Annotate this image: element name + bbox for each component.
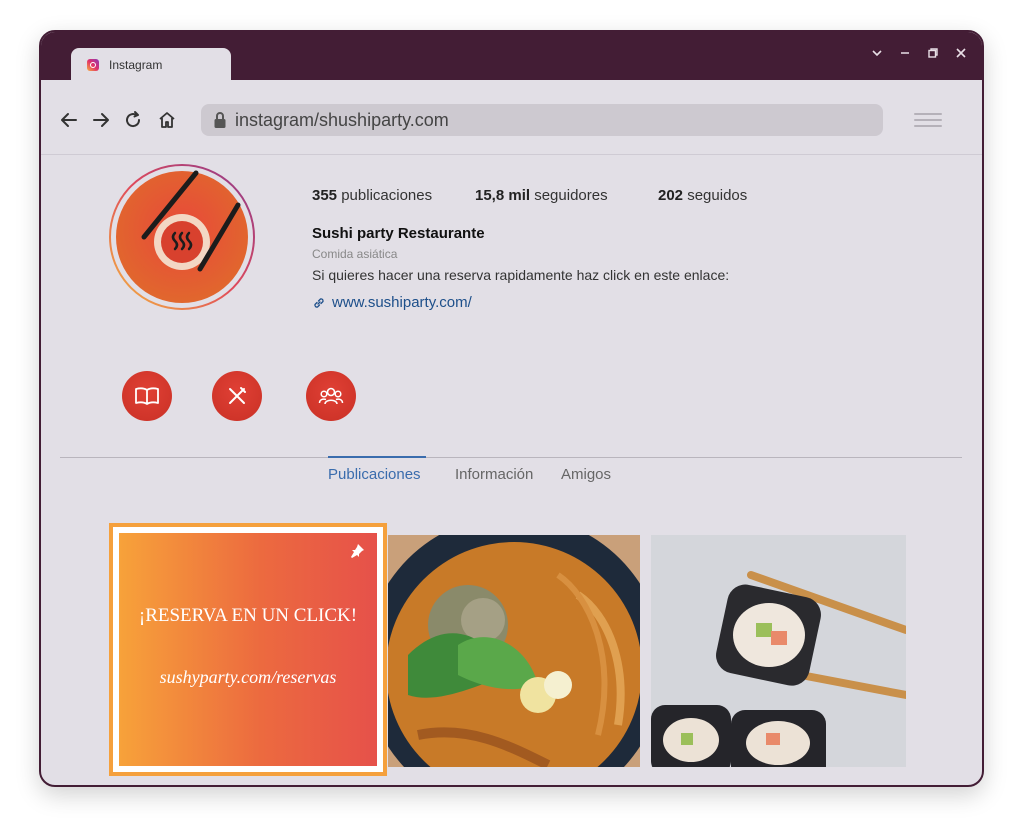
arrow-right-icon bbox=[93, 113, 109, 127]
reload-button[interactable] bbox=[123, 110, 143, 130]
url-field[interactable]: instagram/shushiparty.com bbox=[201, 104, 883, 136]
tab-informacion[interactable]: Información bbox=[455, 466, 533, 483]
post-pinned[interactable]: ¡RESERVA EN UN CLICK! sushyparty.com/res… bbox=[109, 523, 387, 776]
chevron-down-icon[interactable] bbox=[870, 44, 884, 64]
window-controls bbox=[870, 44, 968, 64]
promo-title: ¡RESERVA EN UN CLICK! bbox=[138, 605, 358, 626]
profile-link-text: www.sushiparty.com/ bbox=[332, 294, 472, 311]
browser-window: Instagram instagram/shushiparty.com 355 … bbox=[39, 30, 984, 787]
post-sushi[interactable] bbox=[651, 535, 906, 767]
ramen-photo bbox=[388, 535, 640, 767]
reload-icon bbox=[126, 111, 141, 128]
utensils-icon bbox=[229, 387, 246, 404]
address-bar: instagram/shushiparty.com bbox=[41, 80, 982, 155]
tab-title: Instagram bbox=[109, 58, 163, 72]
stat-followers[interactable]: 15,8 mil seguidores bbox=[475, 187, 608, 204]
sushi-photo bbox=[651, 535, 906, 767]
home-button[interactable] bbox=[157, 110, 177, 130]
stat-posts[interactable]: 355 publicaciones bbox=[312, 187, 432, 204]
home-icon bbox=[159, 112, 175, 128]
instagram-icon bbox=[87, 59, 99, 71]
arrow-left-icon bbox=[61, 113, 77, 127]
group-icon bbox=[318, 387, 344, 405]
link-icon bbox=[314, 297, 324, 308]
profile-name: Sushi party Restaurante bbox=[312, 225, 485, 242]
lock-icon bbox=[214, 112, 226, 128]
url-text: instagram/shushiparty.com bbox=[235, 109, 449, 130]
profile-link[interactable]: www.sushiparty.com/ bbox=[312, 294, 472, 311]
pinned-post-image: ¡RESERVA EN UN CLICK! sushyparty.com/res… bbox=[119, 533, 377, 766]
pin-icon bbox=[351, 544, 364, 558]
restore-icon[interactable] bbox=[926, 44, 940, 64]
active-tab-indicator bbox=[328, 456, 426, 458]
highlight-book[interactable] bbox=[122, 371, 172, 421]
highlight-group[interactable] bbox=[306, 371, 356, 421]
title-bar: Instagram bbox=[41, 32, 982, 82]
profile-picture[interactable] bbox=[108, 163, 256, 311]
stat-following[interactable]: 202 seguidos bbox=[658, 187, 747, 204]
post-ramen[interactable] bbox=[388, 535, 640, 767]
tab-publicaciones[interactable]: Publicaciones bbox=[328, 466, 421, 483]
minimize-icon[interactable] bbox=[898, 44, 912, 64]
tab-amigos[interactable]: Amigos bbox=[561, 466, 611, 483]
forward-button[interactable] bbox=[91, 110, 111, 130]
back-button[interactable] bbox=[59, 110, 79, 130]
highlight-utensils[interactable] bbox=[212, 371, 262, 421]
book-icon bbox=[135, 387, 159, 405]
profile-bio: Si quieres hacer una reserva rapidamente… bbox=[312, 267, 730, 283]
browser-tab[interactable]: Instagram bbox=[71, 48, 231, 82]
close-icon[interactable] bbox=[954, 44, 968, 64]
promo-url: sushyparty.com/reservas bbox=[159, 667, 337, 687]
menu-icon[interactable] bbox=[914, 113, 942, 131]
tabs-divider bbox=[60, 457, 962, 458]
profile-category: Comida asiática bbox=[312, 247, 398, 261]
